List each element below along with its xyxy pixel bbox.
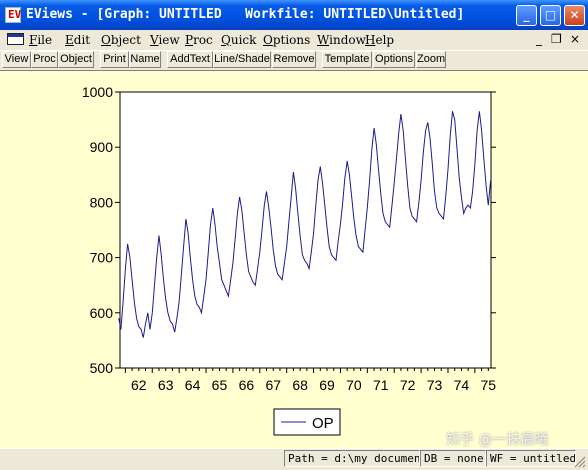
resize-grip-icon[interactable] [574, 456, 586, 468]
status-db: DB = none [420, 450, 486, 467]
menu-file[interactable]: File [29, 33, 52, 47]
menu-window[interactable]: Window [317, 33, 366, 47]
eviews-app-icon[interactable]: EV [5, 7, 21, 23]
y-tick-label: 700 [90, 250, 114, 266]
toolbar-line-shade-button[interactable]: Line/Shade [213, 51, 271, 68]
toolbar-view-button[interactable]: View [2, 51, 31, 68]
y-tick-label: 600 [90, 305, 114, 321]
toolbar-proc-button[interactable]: Proc [31, 51, 58, 68]
toolbar-name-button[interactable]: Name [129, 51, 161, 68]
y-tick-label: 900 [90, 139, 114, 155]
status-path: Path = d:\my documents [284, 450, 420, 467]
toolbar-object-button[interactable]: Object [58, 51, 94, 68]
x-tick-label: 64 [185, 377, 201, 393]
legend-label-op: OP [312, 415, 334, 432]
maximize-button[interactable]: □ [540, 5, 561, 26]
watermark: 知乎 @一抹晨曦 [446, 432, 549, 448]
graph-window-icon[interactable] [7, 33, 24, 45]
mdi-restore-button[interactable]: ❐ [551, 32, 562, 46]
minimize-button[interactable]: _ [516, 5, 537, 26]
x-tick-label: 74 [454, 377, 470, 393]
toolbar-options-button[interactable]: Options [373, 51, 415, 68]
toolbar-remove-button[interactable]: Remove [272, 51, 316, 68]
menu-edit[interactable]: Edit [65, 33, 90, 47]
eviews-window: EV EViews - [Graph: UNTITLED Workfile: U… [0, 0, 588, 470]
menu-object[interactable]: Object [101, 33, 141, 47]
menu-help[interactable]: Help [365, 33, 394, 47]
x-tick-label: 75 [481, 377, 497, 393]
y-tick-label: 800 [90, 194, 114, 210]
x-tick-label: 63 [158, 377, 174, 393]
x-tick-label: 67 [265, 377, 281, 393]
x-tick-label: 66 [239, 377, 255, 393]
menu-view[interactable]: View [150, 33, 180, 47]
app-icon-text: EV [8, 8, 22, 21]
x-tick-label: 70 [346, 377, 362, 393]
toolbar-print-button[interactable]: Print [100, 51, 129, 68]
x-tick-label: 68 [292, 377, 308, 393]
title-bar[interactable]: EV EViews - [Graph: UNTITLED Workfile: U… [0, 0, 588, 30]
x-tick-label: 73 [427, 377, 443, 393]
mdi-minimize-button[interactable]: _ [536, 32, 542, 46]
y-tick-label: 1000 [82, 84, 113, 100]
x-tick-label: 72 [400, 377, 416, 393]
window-title: EViews - [Graph: UNTITLED Workfile: UNTI… [26, 7, 465, 22]
toolbar-template-button[interactable]: Template [322, 51, 372, 68]
y-tick-label: 500 [90, 360, 114, 376]
close-button[interactable]: ✕ [564, 5, 585, 26]
x-tick-label: 69 [319, 377, 335, 393]
menu-proc[interactable]: Proc [185, 33, 213, 47]
line-chart[interactable]: 500 600 700 800 900 1000 62 63 64 65 66 67 68 69 70 71 7… [0, 70, 588, 448]
mdi-close-button[interactable]: × [570, 32, 580, 46]
x-tick-label: 62 [131, 377, 147, 393]
toolbar-zoom-button[interactable]: Zoom [416, 51, 446, 68]
x-tick-label: 71 [373, 377, 389, 393]
x-tick-label: 65 [212, 377, 228, 393]
status-wf: WF = untitled [486, 450, 576, 467]
toolbar-addtext-button[interactable]: AddText [167, 51, 213, 68]
menu-options[interactable]: Options [263, 33, 310, 47]
menu-quick[interactable]: Quick [221, 33, 256, 47]
